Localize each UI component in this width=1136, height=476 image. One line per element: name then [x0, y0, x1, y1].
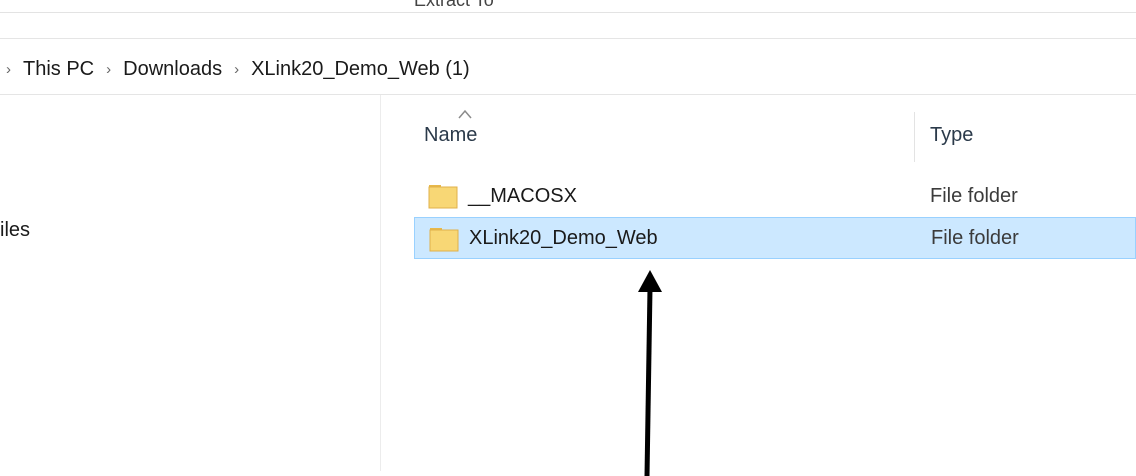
chevron-right-icon[interactable]: › [106, 61, 111, 78]
folder-icon [429, 228, 459, 252]
breadcrumb-current-folder[interactable]: XLink20_Demo_Web (1) [251, 58, 470, 81]
file-name: XLink20_Demo_Web [469, 226, 658, 249]
ribbon-divider [0, 38, 1136, 39]
folder-icon [428, 185, 458, 209]
navigation-pane-divider[interactable] [380, 95, 381, 471]
breadcrumb-downloads[interactable]: Downloads [123, 58, 222, 81]
arrow-up-icon [638, 270, 662, 476]
column-header-name[interactable]: Name [424, 124, 477, 147]
file-type: File folder [931, 226, 1019, 249]
nav-item-files[interactable]: iles [0, 219, 30, 242]
file-row-macosx[interactable]: __MACOSX File folder [414, 175, 1136, 217]
breadcrumb-this-pc[interactable]: This PC [23, 58, 94, 81]
ribbon-strip: Extract To [0, 0, 1136, 13]
column-header-type[interactable]: Type [930, 124, 973, 147]
chevron-right-icon[interactable]: › [6, 61, 11, 78]
column-resize-handle[interactable] [914, 112, 915, 162]
extract-to-button-label[interactable]: Extract To [414, 0, 494, 11]
address-bar[interactable]: › This PC › Downloads › XLink20_Demo_Web… [0, 44, 1136, 95]
file-name: __MACOSX [468, 184, 577, 207]
chevron-right-icon[interactable]: › [234, 61, 239, 78]
file-row-xlink20-demo-web[interactable]: XLink20_Demo_Web File folder [414, 217, 1136, 259]
file-type: File folder [930, 184, 1018, 207]
sort-up-caret-icon [458, 109, 472, 119]
